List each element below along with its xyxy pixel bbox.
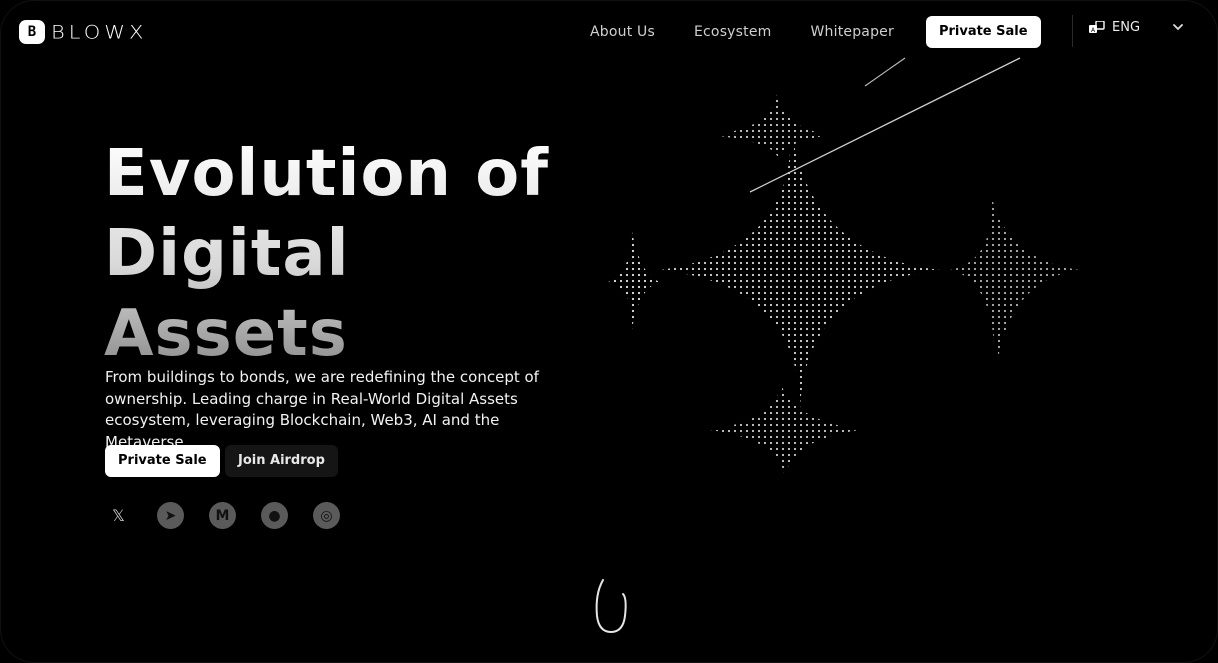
hero-title-line-1: Evolution of — [104, 137, 550, 211]
x-icon[interactable]: 𝕏 — [105, 502, 132, 529]
nav-link-whitepaper[interactable]: Whitepaper — [811, 24, 894, 40]
github-icon[interactable]: ● — [261, 502, 288, 529]
nav-divider — [1072, 15, 1073, 47]
hero-description: From buildings to bonds, we are redefini… — [105, 368, 539, 451]
logo-text: BLOWX — [51, 21, 148, 43]
medium-icon[interactable]: M — [209, 502, 236, 529]
telegram-icon[interactable]: ➤ — [157, 502, 184, 529]
instagram-icon[interactable]: ◎ — [313, 502, 340, 529]
logo-mark: B — [19, 20, 45, 44]
nav-link-about-us[interactable]: About Us — [590, 24, 655, 40]
language-label: ENG — [1112, 20, 1141, 35]
nav-link-ecosystem[interactable]: Ecosystem — [694, 24, 772, 40]
translate-icon: A — [1089, 20, 1105, 34]
brand-logo[interactable]: B BLOWX — [19, 20, 147, 44]
nav-private-sale-button[interactable]: Private Sale — [925, 16, 1041, 48]
hero-title: Evolution of Digital Assets — [104, 134, 549, 374]
scroll-indicator-icon — [595, 579, 627, 634]
social-links: 𝕏 ➤ M ● ◎ — [105, 502, 340, 529]
sparkle-dots-graphic — [608, 57, 1080, 480]
private-sale-button[interactable]: Private Sale — [105, 445, 220, 477]
hero-title-line-2: Digital — [104, 217, 350, 291]
hero-title-line-3: Assets — [104, 297, 348, 371]
hero-section: B BLOWX About Us Ecosystem Whitepaper Pr… — [0, 0, 1218, 663]
main-nav: About Us Ecosystem Whitepaper Private Sa… — [590, 16, 1041, 48]
chevron-down-icon[interactable] — [1171, 20, 1185, 34]
language-selector[interactable]: A ENG — [1089, 20, 1140, 35]
join-airdrop-button[interactable]: Join Airdrop — [225, 445, 338, 477]
